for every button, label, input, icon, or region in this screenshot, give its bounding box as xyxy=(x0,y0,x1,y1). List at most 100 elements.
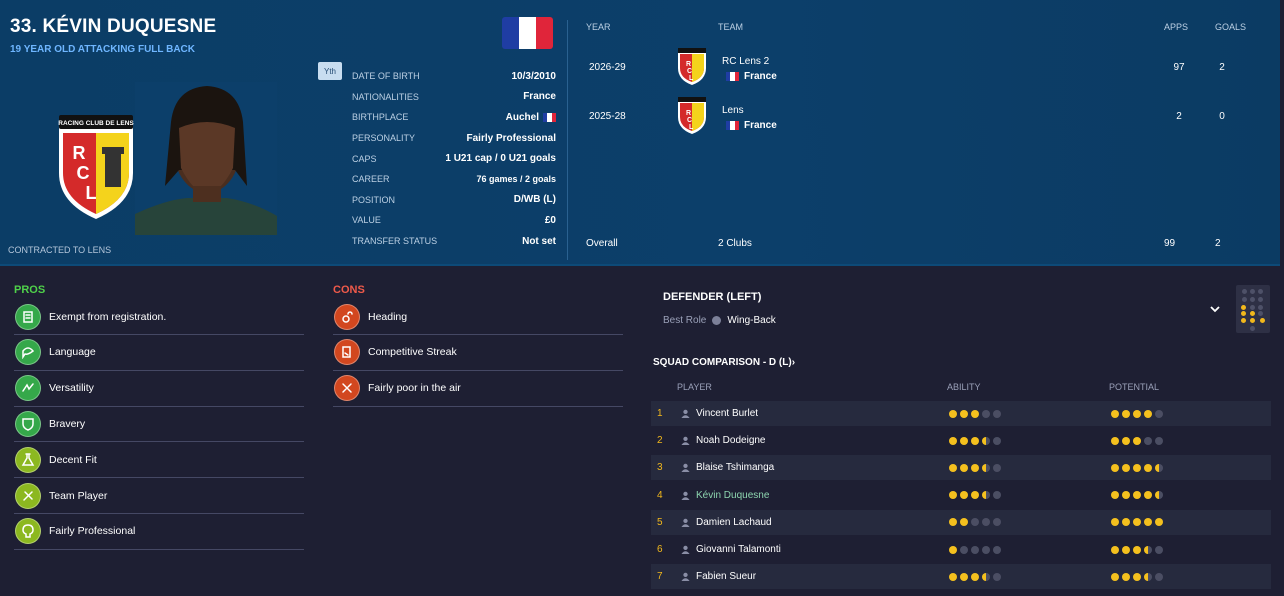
ability-star xyxy=(982,545,990,554)
info-row-transfer-status: TRANSFER STATUS Not set xyxy=(352,231,556,252)
ability-stars xyxy=(949,518,1001,527)
squad-row[interactable]: 1 Vincent Burlet xyxy=(651,401,1271,426)
potential-star xyxy=(1155,491,1163,500)
career-header-goals[interactable]: GOALS xyxy=(1215,22,1246,32)
career-header-team[interactable]: TEAM xyxy=(718,22,743,32)
best-role-value[interactable]: Wing-Back xyxy=(727,315,775,326)
pro-item[interactable]: Language xyxy=(14,335,304,371)
svg-text:C: C xyxy=(77,163,90,183)
ability-star xyxy=(971,463,979,472)
pro-badge-icon xyxy=(15,303,41,330)
pro-label: Fairly Professional xyxy=(49,525,136,538)
info-value: 76 games / 2 goals xyxy=(476,174,556,185)
pro-item[interactable]: Team Player xyxy=(14,478,304,514)
position-pitch-map[interactable] xyxy=(1236,285,1270,333)
career-team[interactable]: RC Lens 2 xyxy=(722,56,769,67)
potential-star xyxy=(1155,463,1163,472)
info-label: CAREER xyxy=(352,174,390,185)
potential-star xyxy=(1122,463,1130,472)
potential-star xyxy=(1133,518,1141,527)
career-header-apps[interactable]: APPS xyxy=(1164,22,1188,32)
career-overall-label: Overall xyxy=(586,238,618,249)
career-nation: France xyxy=(726,120,777,131)
squad-comparison-title[interactable]: SQUAD COMPARISON - D (L)› xyxy=(653,357,795,368)
info-row-nationalities: NATIONALITIES France xyxy=(352,87,556,108)
squad-row[interactable]: 6 Giovanni Talamonti xyxy=(651,537,1271,562)
ability-star xyxy=(982,491,990,500)
squad-row[interactable]: 3 Blaise Tshimanga xyxy=(651,455,1271,481)
ability-star xyxy=(949,463,957,472)
ability-star xyxy=(971,491,979,500)
squad-header-player[interactable]: PLAYER xyxy=(677,382,712,392)
pro-item[interactable]: Decent Fit xyxy=(14,442,304,479)
info-label: PERSONALITY xyxy=(352,133,416,144)
club-crest-icon[interactable]: RCL xyxy=(676,46,708,86)
pro-badge-icon xyxy=(15,518,41,545)
career-row[interactable]: 2025-28 RCL Lens France 2 0 xyxy=(572,91,1272,137)
ability-star xyxy=(971,545,979,554)
squad-row[interactable]: 4 Kévin Duquesne xyxy=(651,483,1271,508)
ability-star xyxy=(993,518,1001,527)
player-person-icon xyxy=(681,518,690,527)
club-crest-icon[interactable]: RCL xyxy=(676,95,708,135)
player-photo xyxy=(135,82,277,235)
potential-star xyxy=(1111,518,1119,527)
ability-star xyxy=(949,409,957,418)
squad-header-ability[interactable]: ABILITY xyxy=(947,382,981,392)
squad-row[interactable]: 7 Fabien Sueur xyxy=(651,564,1271,590)
club-crest-large[interactable]: RACING CLUB DE LENS R C L xyxy=(55,111,137,221)
info-label: POSITION xyxy=(352,194,396,205)
pro-item[interactable]: Fairly Professional xyxy=(14,514,304,550)
youth-badge[interactable]: Yth xyxy=(318,62,342,80)
career-header-year[interactable]: YEAR xyxy=(586,22,611,32)
con-item[interactable]: Competitive Streak xyxy=(333,335,623,371)
potential-star xyxy=(1111,545,1119,554)
pro-item[interactable]: Versatility xyxy=(14,371,304,407)
info-label: VALUE xyxy=(352,215,381,226)
potential-star xyxy=(1144,572,1152,581)
info-icon[interactable] xyxy=(712,316,722,325)
ability-star xyxy=(993,436,1001,445)
pro-badge-icon xyxy=(15,446,41,473)
career-team[interactable]: Lens xyxy=(722,105,744,116)
ability-star xyxy=(993,409,1001,418)
nationality-flag[interactable] xyxy=(502,17,553,49)
potential-star xyxy=(1144,518,1152,527)
career-nation-label[interactable]: France xyxy=(744,120,777,131)
con-label: Competitive Streak xyxy=(368,346,457,359)
pro-item[interactable]: Exempt from registration. xyxy=(14,299,304,335)
player-overview-screen: 33. KÉVIN DUQUESNE 19 YEAR OLD ATTACKING… xyxy=(0,0,1284,596)
chevron-down-icon[interactable] xyxy=(1209,303,1221,315)
ability-stars xyxy=(949,463,1001,472)
squad-player-name[interactable]: Blaise Tshimanga xyxy=(696,462,774,473)
info-label: CAPS xyxy=(352,153,377,164)
pro-item[interactable]: Bravery xyxy=(14,406,304,443)
career-row[interactable]: 2026-29 RCL RC Lens 2 France 97 2 xyxy=(572,42,1272,88)
con-badge-icon xyxy=(334,303,360,330)
svg-text:C: C xyxy=(687,117,692,124)
con-item[interactable]: Fairly poor in the air xyxy=(333,371,623,407)
ability-star xyxy=(982,436,990,445)
squad-row[interactable]: 5 Damien Lachaud xyxy=(651,509,1271,535)
squad-player-name[interactable]: Vincent Burlet xyxy=(696,408,758,419)
pro-label: Language xyxy=(49,346,96,359)
career-nation-label[interactable]: France xyxy=(744,71,777,82)
con-item[interactable]: Heading xyxy=(333,299,623,335)
player-person-icon xyxy=(681,491,690,500)
potential-star xyxy=(1122,436,1130,445)
squad-player-name[interactable]: Damien Lachaud xyxy=(696,517,772,528)
pros-title: PROS xyxy=(14,284,46,296)
con-badge-icon xyxy=(334,375,360,402)
squad-player-name[interactable]: Fabien Sueur xyxy=(696,571,756,582)
squad-header-potential[interactable]: POTENTIAL xyxy=(1109,382,1159,392)
potential-star xyxy=(1122,518,1130,527)
squad-player-name[interactable]: Noah Dodeigne xyxy=(696,435,766,446)
divider xyxy=(567,20,568,260)
info-value[interactable]: France xyxy=(523,91,556,102)
squad-player-name[interactable]: Kévin Duquesne xyxy=(696,490,769,501)
info-value: Not set xyxy=(522,235,556,247)
ability-star xyxy=(949,491,957,500)
squad-row[interactable]: 2 Noah Dodeigne xyxy=(651,428,1271,453)
career-overall-apps: 99 xyxy=(1164,238,1176,249)
squad-player-name[interactable]: Giovanni Talamonti xyxy=(696,544,781,555)
